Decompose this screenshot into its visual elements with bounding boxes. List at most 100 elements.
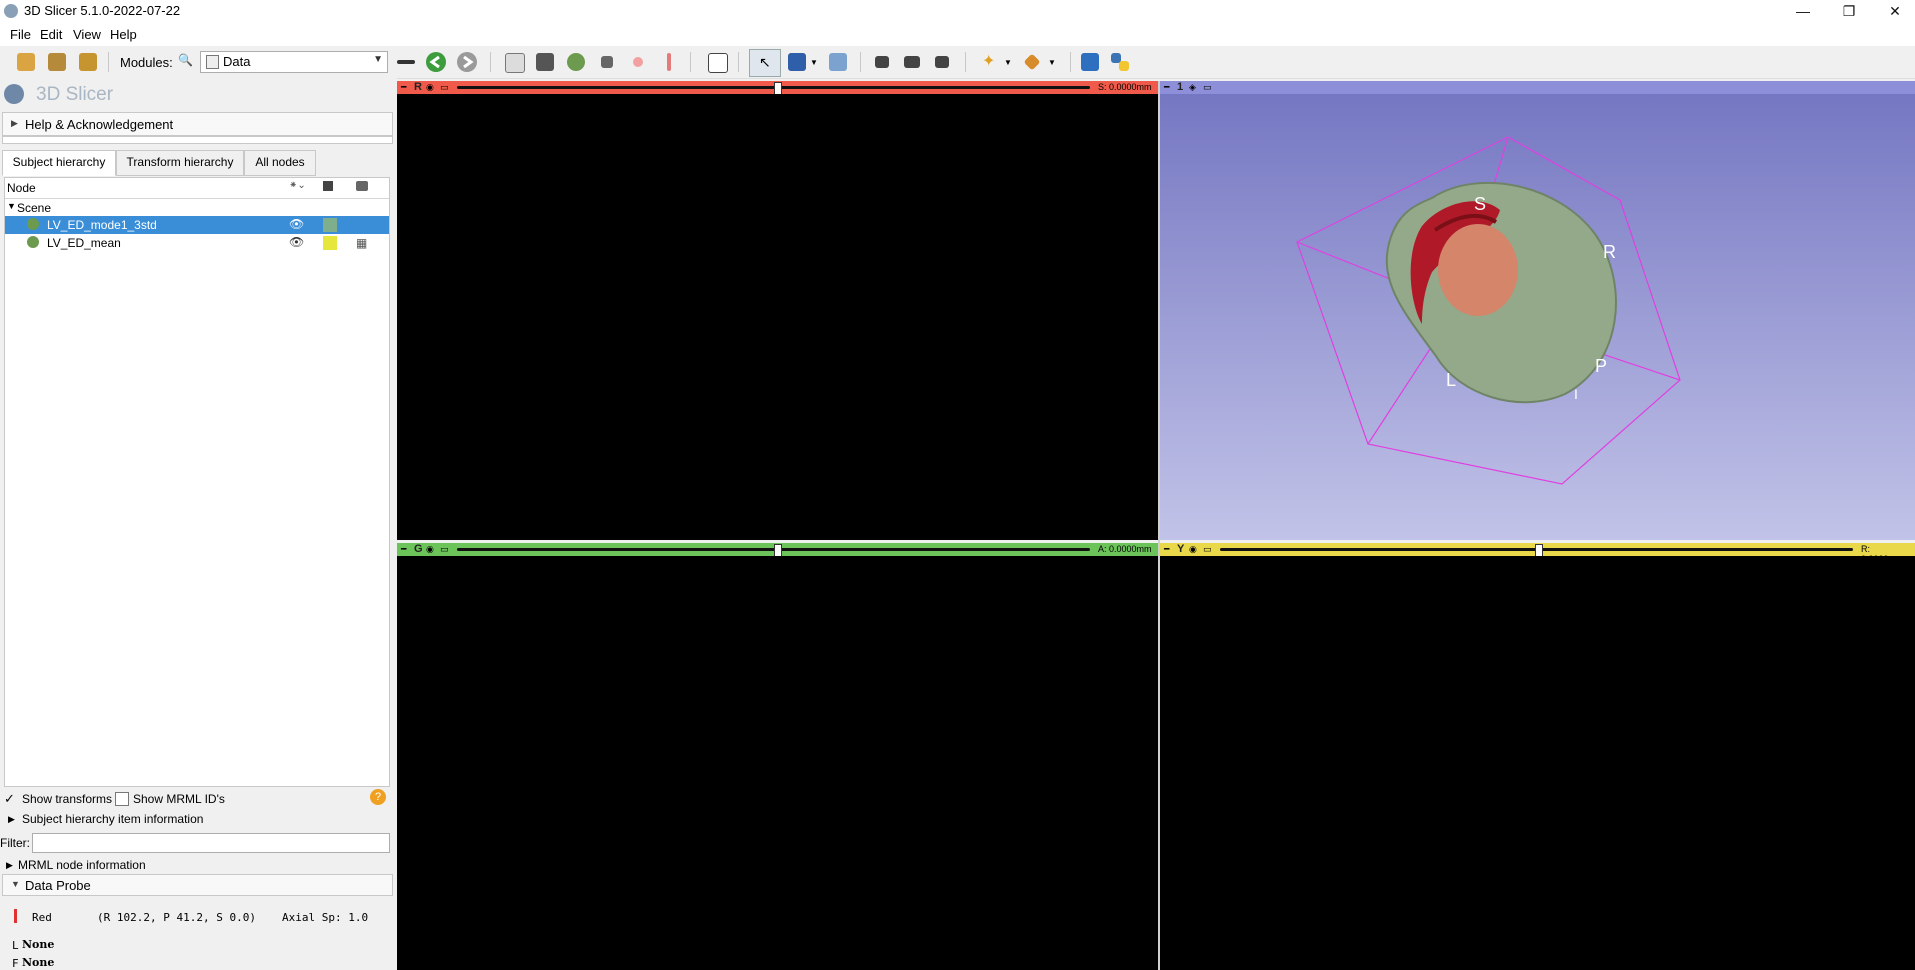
layout-button[interactable] — [705, 50, 729, 74]
tree-row-lv-ed-mean[interactable]: LV_ED_mean 👁 ▦ — [5, 234, 389, 252]
menu-view[interactable]: View — [73, 27, 101, 42]
chevron-down-icon[interactable]: ▼ — [1004, 58, 1012, 67]
toolbar-separator — [860, 52, 861, 72]
forward-button[interactable] — [455, 50, 479, 74]
green-slice-offset: A: 0.0000mm — [1098, 544, 1152, 554]
back-button[interactable] — [424, 50, 448, 74]
extension-manager-button[interactable] — [1078, 50, 1102, 74]
link-icon[interactable]: ◉ — [1189, 544, 1197, 555]
node-column-header[interactable]: Node — [7, 181, 36, 195]
node-color-swatch[interactable] — [323, 236, 337, 250]
help-acknowledgement-section[interactable]: ▶ Help & Acknowledgement — [2, 112, 393, 136]
slicer-logo-icon — [4, 84, 24, 104]
tab-transform-hierarchy[interactable]: Transform hierarchy — [116, 150, 244, 176]
close-button[interactable]: ✕ — [1872, 0, 1915, 24]
orientation-label-p: P — [1595, 356, 1608, 376]
red-slice-view[interactable] — [397, 94, 1158, 540]
probe-layer-f-value: None — [22, 956, 55, 969]
toolbar-separator — [965, 52, 966, 72]
pin-icon[interactable]: ━ — [401, 544, 406, 555]
yellow-slice-view[interactable] — [1160, 556, 1915, 970]
show-transforms-checkbox[interactable]: ✓ — [4, 792, 16, 805]
node-color-swatch[interactable] — [323, 218, 337, 232]
module-search-icon[interactable]: 🔍 — [178, 53, 193, 67]
crosshair-button[interactable] — [785, 50, 809, 74]
minimize-button[interactable]: — — [1780, 0, 1826, 24]
menu-edit[interactable]: Edit — [40, 27, 62, 42]
probe-layer-f-label: F — [12, 957, 19, 970]
scene-view-restore-button[interactable] — [930, 50, 954, 74]
menu-file[interactable]: File — [10, 27, 31, 42]
divider — [2, 136, 393, 144]
python-console-button[interactable] — [1108, 50, 1132, 74]
chevron-right-icon[interactable]: ▶ — [6, 860, 13, 871]
subject-hierarchy-tree[interactable]: Node ⁕⌄ ▼ Scene LV_ED_mode1_3std 👁 LV_ED… — [4, 177, 390, 787]
window-level-icon — [829, 53, 847, 71]
3d-view-label: 1 — [1177, 81, 1184, 93]
view-divider — [1158, 81, 1160, 970]
markups-module-button[interactable] — [626, 50, 650, 74]
maximize-view-icon[interactable]: ▭ — [440, 82, 449, 93]
list-icon — [505, 53, 525, 73]
data-probe-section[interactable]: ▼ Data Probe — [2, 874, 393, 896]
data-module-button[interactable] — [502, 50, 526, 74]
chevron-down-icon[interactable]: ▼ — [7, 201, 16, 211]
dicom-button[interactable] — [45, 50, 69, 74]
transform-column-header-icon[interactable] — [356, 181, 368, 191]
chevron-right-icon[interactable]: ▶ — [8, 814, 15, 825]
chevron-down-icon: ▼ — [11, 879, 20, 889]
link-icon[interactable]: ◉ — [426, 544, 434, 555]
pin-icon[interactable]: ━ — [1164, 544, 1169, 555]
filter-input[interactable] — [32, 833, 390, 853]
models-module-button[interactable] — [564, 50, 588, 74]
transform-grid-icon[interactable]: ▦ — [356, 236, 367, 250]
link-icon[interactable]: ◈ — [1189, 82, 1196, 93]
data-module-icon — [206, 55, 219, 69]
tab-subject-hierarchy[interactable]: Subject hierarchy — [2, 150, 116, 176]
pointer-mode-button[interactable]: ↖ — [749, 49, 781, 77]
transforms-module-button[interactable] — [595, 50, 619, 74]
tab-all-nodes[interactable]: All nodes — [244, 150, 316, 176]
color-column-header-icon[interactable] — [323, 181, 333, 191]
scene-view-button[interactable] — [900, 50, 924, 74]
link-icon[interactable]: ◉ — [426, 82, 434, 93]
orientation-label-s: S — [1474, 194, 1487, 214]
save-button[interactable] — [76, 50, 100, 74]
tree-row-scene[interactable]: ▼ Scene — [5, 199, 389, 217]
load-data-button[interactable] — [14, 50, 38, 74]
visibility-column-header-icon[interactable]: ⁕⌄ — [289, 180, 306, 191]
tree-row-lv-ed-mode1-3std[interactable]: LV_ED_mode1_3std 👁 — [5, 216, 389, 234]
module-selector[interactable]: Data ▼ — [200, 51, 388, 73]
3d-view[interactable]: S R P L I — [1160, 94, 1915, 540]
markup-type-button[interactable] — [1020, 50, 1044, 74]
maximize-view-icon[interactable]: ▭ — [1203, 82, 1212, 93]
chevron-down-icon[interactable]: ▼ — [810, 58, 818, 67]
window-level-button[interactable] — [826, 50, 850, 74]
place-fiducial-button[interactable]: ✦ — [978, 50, 1002, 74]
mrml-node-info-section[interactable]: MRML node information — [18, 858, 146, 872]
eye-icon[interactable]: 👁 — [289, 217, 304, 231]
restore-button[interactable]: ❐ — [1826, 0, 1872, 24]
back-arrow-icon — [426, 52, 446, 72]
save-icon — [79, 53, 97, 71]
maximize-view-icon[interactable]: ▭ — [1203, 544, 1212, 555]
toolbar-separator — [490, 52, 491, 72]
segment-module-button[interactable] — [657, 50, 681, 74]
volumes-module-button[interactable] — [533, 50, 557, 74]
modules-label: Modules: — [120, 55, 173, 70]
sh-item-info-section[interactable]: Subject hierarchy item information — [22, 812, 203, 826]
green-slice-view[interactable] — [397, 556, 1158, 970]
pin-icon[interactable]: ━ — [401, 82, 406, 93]
menu-help[interactable]: Help — [110, 27, 137, 42]
model-icon — [27, 236, 39, 248]
help-icon[interactable]: ? — [370, 789, 386, 805]
screenshot-button[interactable] — [870, 50, 894, 74]
pin-icon[interactable]: ━ — [1164, 82, 1169, 93]
dcm-icon — [48, 53, 66, 71]
eye-icon[interactable]: 👁 — [289, 235, 304, 249]
maximize-view-icon[interactable]: ▭ — [440, 544, 449, 555]
chevron-down-icon[interactable]: ▼ — [1048, 58, 1056, 67]
toolbar-separator — [1070, 52, 1071, 72]
show-mrml-ids-checkbox[interactable] — [115, 792, 129, 806]
module-history-button[interactable] — [394, 50, 418, 74]
